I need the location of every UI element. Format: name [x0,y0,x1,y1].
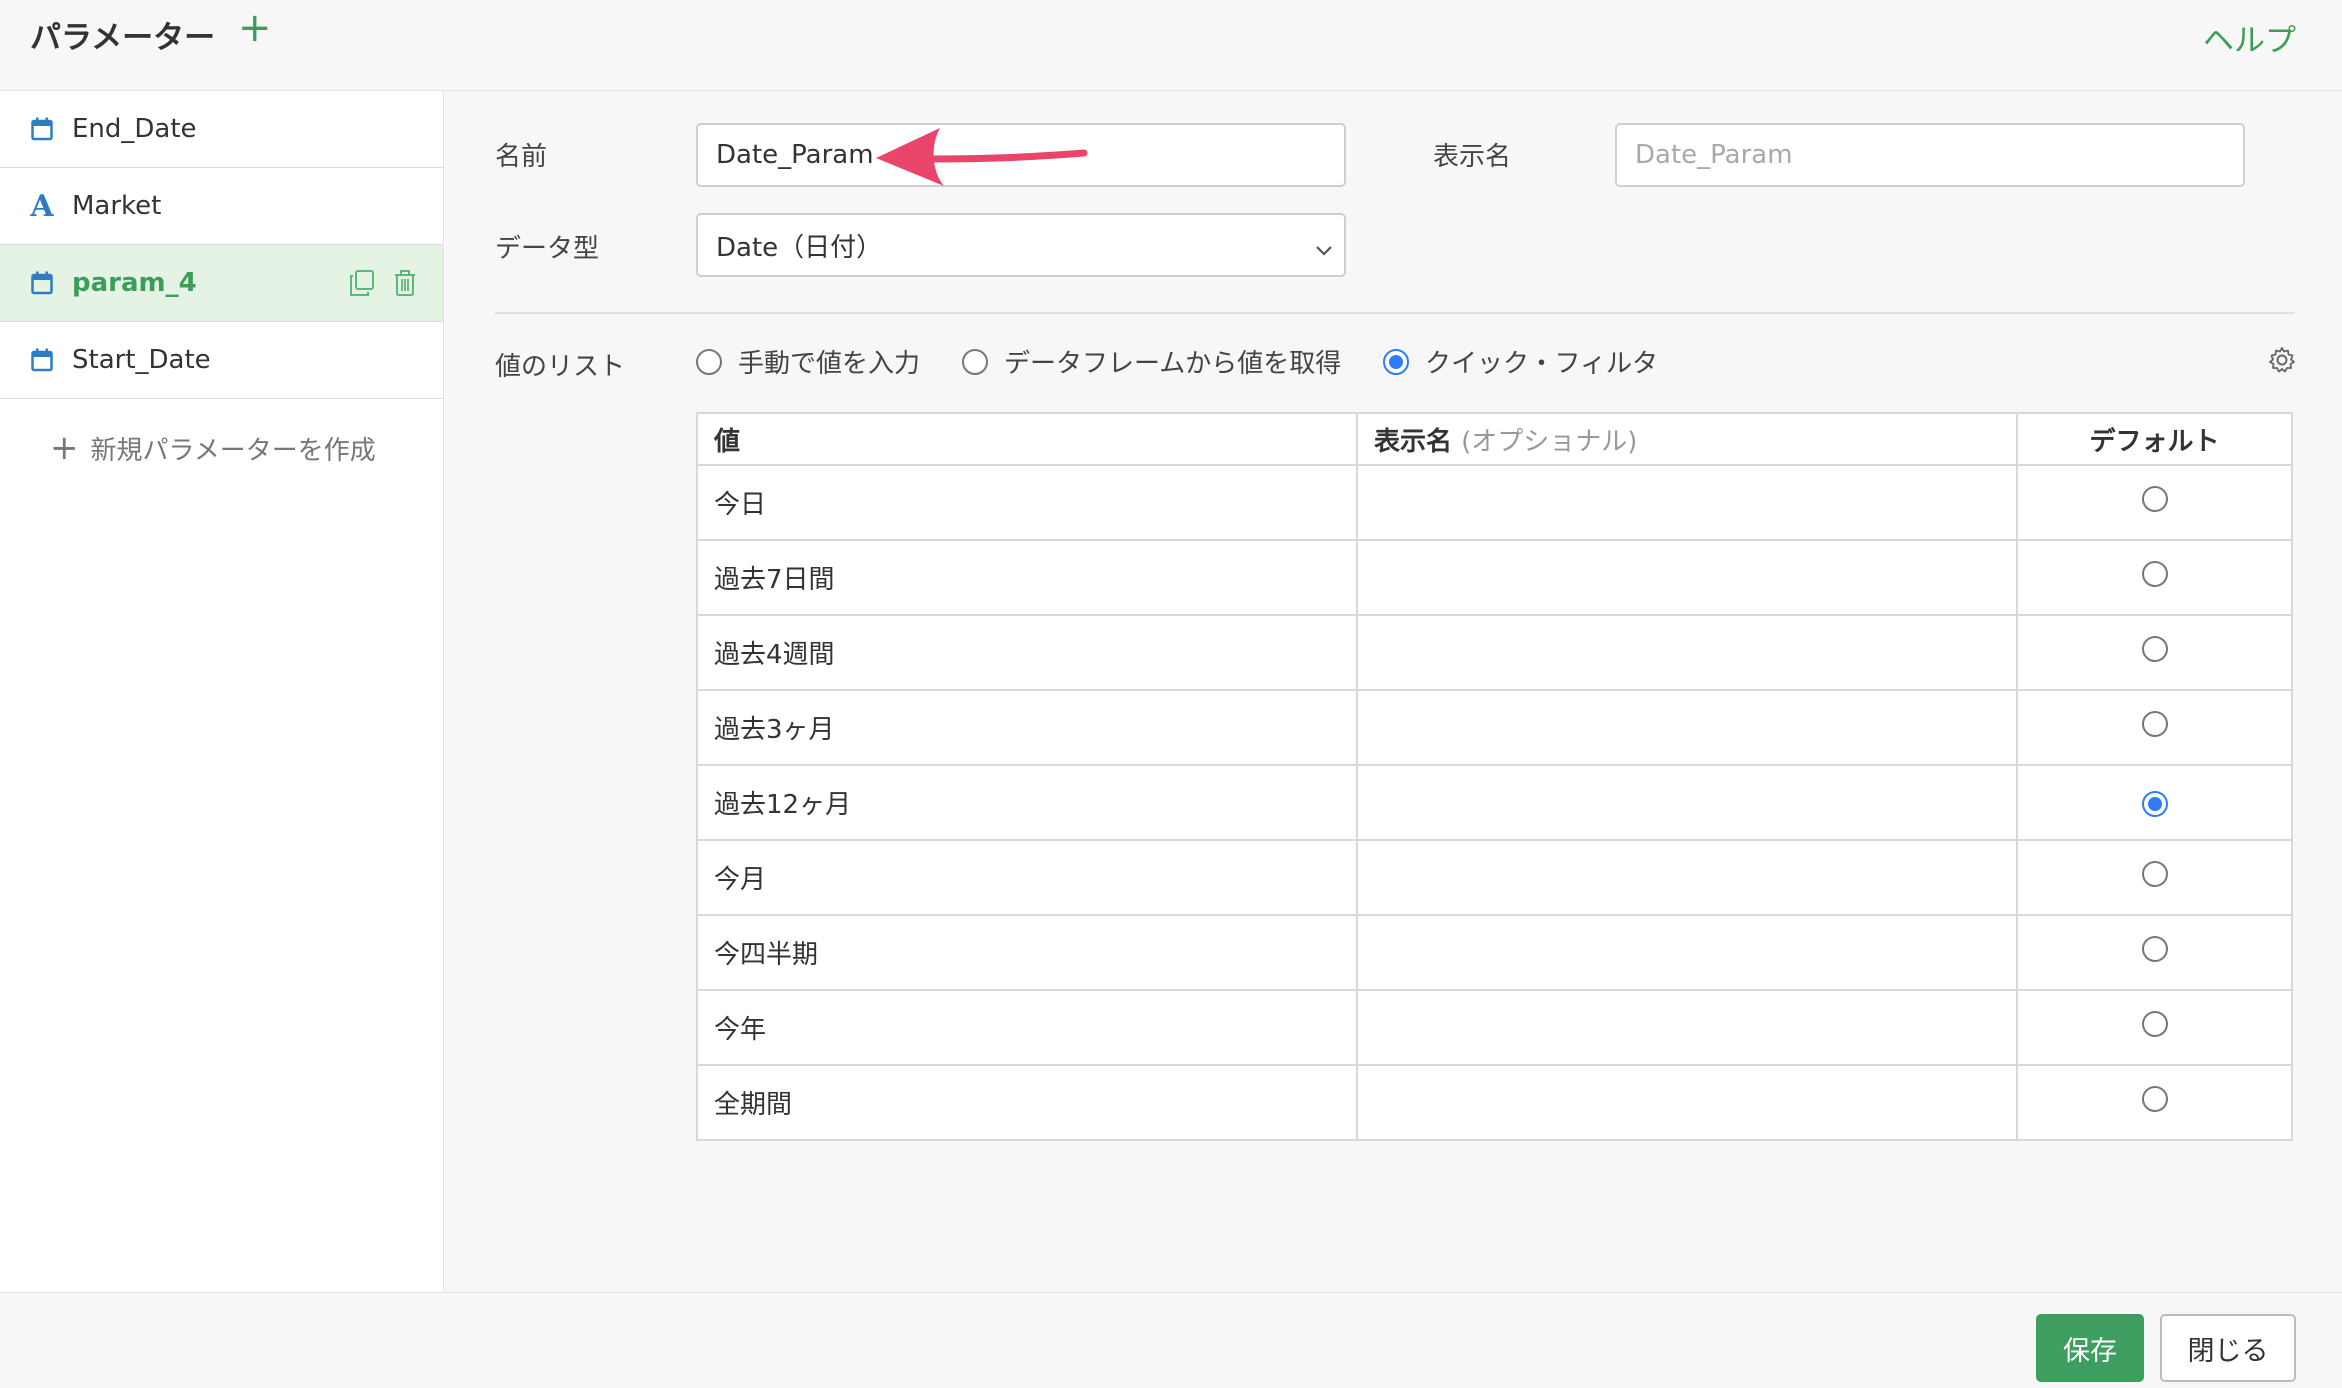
value-cell[interactable]: 過去3ヶ月 [696,689,1358,766]
data-type-value: Date（日付） [716,232,883,263]
data-type-label: データ型 [495,234,600,264]
default-radio[interactable] [2141,636,2168,662]
default-cell [2016,764,2293,841]
plus-icon: + [50,428,79,468]
value-cell[interactable]: 今月 [696,839,1358,916]
sidebar-item-param-4[interactable]: param_4 [0,245,443,322]
value-cell[interactable]: 全期間 [696,1064,1358,1141]
table-row: 今日 [696,464,2293,541]
default-cell [2016,989,2293,1066]
page-title: パラメーター [30,20,216,56]
radio-label: 手動で値を入力 [738,349,921,379]
data-type-select[interactable]: Date（日付） [696,213,1346,277]
default-radio[interactable] [2141,486,2168,512]
display-name-cell[interactable] [1356,1064,2018,1141]
section-divider [495,312,2295,314]
radio-manual-input[interactable]: 手動で値を入力 [696,343,920,380]
default-radio[interactable] [2141,1086,2168,1112]
footer-bar: 保存 閉じる [0,1292,2342,1388]
default-cell [2016,839,2293,916]
default-cell [2016,539,2293,616]
table-header-row: 値 表示名 (オプショナル) デフォルト [696,412,2293,466]
trash-icon[interactable] [393,269,417,301]
table-row: 過去7日間 [696,539,2293,616]
radio-from-dataframe[interactable]: データフレームから値を取得 [962,343,1341,380]
default-cell [2016,689,2293,766]
value-cell[interactable]: 過去7日間 [696,539,1358,616]
table-row: 過去12ヶ月 [696,764,2293,841]
parameter-sidebar: End_Date A Market param_4 Start_Date + 新… [0,91,444,1292]
display-name-cell[interactable] [1356,464,2018,541]
name-label: 名前 [495,142,548,172]
default-radio[interactable] [2141,711,2168,737]
default-radio[interactable] [2141,861,2168,887]
new-parameter-button[interactable]: + 新規パラメーターを作成 [0,399,443,497]
value-cell[interactable]: 過去12ヶ月 [696,764,1358,841]
sidebar-item-end-date[interactable]: End_Date [0,91,443,168]
sidebar-item-start-date[interactable]: Start_Date [0,322,443,399]
text-type-icon: A [30,188,54,224]
value-cell[interactable]: 今日 [696,464,1358,541]
value-cell[interactable]: 過去4週間 [696,614,1358,691]
radio-button-selected [1383,348,1409,375]
sidebar-item-label: Start_Date [72,345,211,375]
default-cell [2016,1064,2293,1141]
display-name-cell[interactable] [1356,614,2018,691]
parameter-editor: 名前 表示名 データ型 Date（日付） 値のリスト 手動で値を入力 データフレ… [445,91,2342,1292]
header-bar: パラメーター + ヘルプ [0,0,2342,91]
table-row: 過去3ヶ月 [696,689,2293,766]
calendar-icon [30,116,54,142]
value-list-label: 値のリスト [495,352,626,382]
default-cell [2016,614,2293,691]
value-cell[interactable]: 今年 [696,989,1358,1066]
table-row: 今月 [696,839,2293,916]
radio-label: データフレームから値を取得 [1004,349,1342,379]
chevron-down-icon [1314,235,1334,265]
sidebar-item-label: End_Date [72,114,197,144]
default-cell [2016,464,2293,541]
display-name-cell[interactable] [1356,689,2018,766]
optional-hint: (オプショナル) [1461,426,1638,457]
close-button[interactable]: 閉じる [2160,1314,2296,1382]
new-parameter-label: 新規パラメーターを作成 [90,435,376,466]
table-row: 過去4週間 [696,614,2293,691]
annotation-arrow-icon [872,124,1088,192]
save-button[interactable]: 保存 [2036,1314,2144,1382]
plus-icon: + [238,5,272,51]
display-name-cell[interactable] [1356,764,2018,841]
help-link[interactable]: ヘルプ [2203,15,2296,60]
radio-button [962,348,988,375]
radio-quick-filter[interactable]: クイック・フィルタ [1383,343,1658,380]
default-radio[interactable] [2141,561,2168,587]
calendar-icon [30,347,54,373]
display-name-cell[interactable] [1356,914,2018,991]
calendar-icon [30,270,54,296]
value-cell[interactable]: 今四半期 [696,914,1358,991]
sidebar-item-label: param_4 [72,268,197,298]
value-table: 値 表示名 (オプショナル) デフォルト 今日 過去7日間 過去4週間 過去3ヶ… [696,412,2293,1141]
gear-icon[interactable] [2268,346,2296,378]
display-name-cell[interactable] [1356,989,2018,1066]
column-header-default: デフォルト [2016,412,2293,466]
display-name-label: 表示名 [1433,142,1512,172]
sidebar-item-label: Market [72,191,162,221]
column-header-display-name: 表示名 (オプショナル) [1356,412,2018,466]
display-name-cell[interactable] [1356,839,2018,916]
column-header-value: 値 [696,412,1358,466]
display-name-cell[interactable] [1356,539,2018,616]
duplicate-icon[interactable] [349,269,375,301]
table-row: 今年 [696,989,2293,1066]
sidebar-item-market[interactable]: A Market [0,168,443,245]
display-name-input[interactable] [1615,123,2245,187]
table-row: 全期間 [696,1064,2293,1141]
table-row: 今四半期 [696,914,2293,991]
default-radio-selected[interactable] [2141,790,2168,817]
radio-label: クイック・フィルタ [1425,349,1658,379]
radio-button [696,348,722,375]
default-cell [2016,914,2293,991]
default-radio[interactable] [2141,936,2168,962]
default-radio[interactable] [2141,1011,2168,1037]
add-parameter-button[interactable]: + [238,8,272,48]
